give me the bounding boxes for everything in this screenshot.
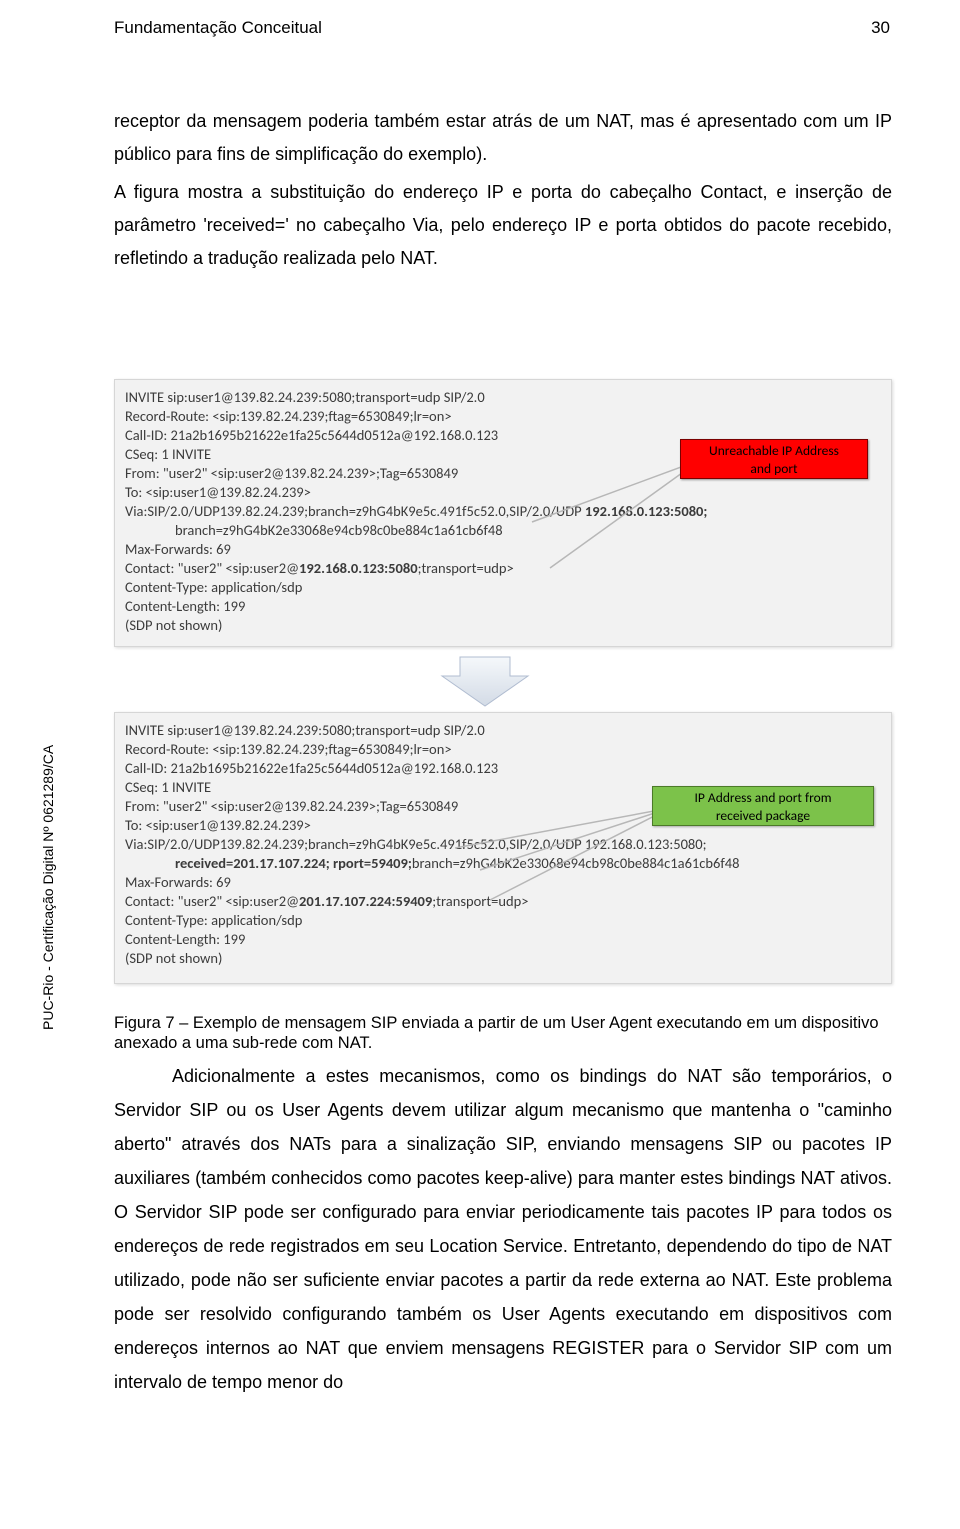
sip-line: Call-ID: 21a2b1695b21622e1fa25c5644d0512… <box>125 759 881 778</box>
callout-line: received package <box>653 807 873 825</box>
callout-pointer-green <box>450 808 680 908</box>
sip-text: Contact: "user2" <sip:user2@ <box>125 892 299 910</box>
sip-line: Record-Route: <sip:139.82.24.239;ftag=65… <box>125 740 881 759</box>
sip-line: Content-Type: application/sdp <box>125 578 881 597</box>
sip-text: ;transport=udp> <box>418 559 514 577</box>
sip-line: Content-Type: application/sdp <box>125 911 881 930</box>
sip-message-box-1: INVITE sip:user1@139.82.24.239:5080;tran… <box>114 379 892 647</box>
sip-bold-received: received=201.17.107.224; rport=59409; <box>175 854 412 872</box>
sip-line: Record-Route: <sip:139.82.24.239;ftag=65… <box>125 407 881 426</box>
paragraph-3-text: Adicionalmente a estes mecanismos, como … <box>114 1066 892 1392</box>
sip-line: INVITE sip:user1@139.82.24.239:5080;tran… <box>125 721 881 740</box>
callout-line: IP Address and port from <box>653 789 873 807</box>
paragraph-2: A figura mostra a substituição do endere… <box>114 176 892 275</box>
sip-line: Content-Length: 199 <box>125 930 881 949</box>
callout-line: Unreachable IP Address <box>681 442 867 460</box>
sip-line: To: <sip:user1@139.82.24.239> <box>125 483 881 502</box>
figure-caption: Figura 7 – Exemplo de mensagem SIP envia… <box>114 1013 892 1053</box>
sip-line: (SDP not shown) <box>125 949 881 968</box>
sip-text: Via:SIP/2.0/UDP139.82.24.239;branch=z9hG… <box>125 502 585 520</box>
arrow-down-icon <box>440 654 530 709</box>
sip-line: branch=z9hG4bK2e33068e94cb98c0be884c1a61… <box>125 521 881 540</box>
certification-label: PUC-Rio - Certificação Digital Nº 062128… <box>40 745 56 1030</box>
callout-line: and port <box>681 460 867 478</box>
running-header: Fundamentação Conceitual <box>114 18 322 38</box>
sip-line: Contact: "user2" <sip:user2@192.168.0.12… <box>125 559 881 578</box>
callout-unreachable: Unreachable IP Address and port <box>680 439 868 479</box>
sip-bold-ip: 192.168.0.123:5080 <box>299 559 418 577</box>
sip-line: Via:SIP/2.0/UDP139.82.24.239;branch=z9hG… <box>125 502 881 521</box>
sip-text: Contact: "user2" <sip:user2@ <box>125 559 299 577</box>
sip-line: INVITE sip:user1@139.82.24.239:5080;tran… <box>125 388 881 407</box>
page-number: 30 <box>871 18 890 38</box>
sip-bold-ip: 201.17.107.224:59409 <box>299 892 432 910</box>
sip-line: (SDP not shown) <box>125 616 881 635</box>
paragraph-1: receptor da mensagem poderia também esta… <box>114 105 892 171</box>
sip-line: Content-Length: 199 <box>125 597 881 616</box>
sip-line: Max-Forwards: 69 <box>125 540 881 559</box>
paragraph-3: Adicionalmente a estes mecanismos, como … <box>114 1059 892 1399</box>
callout-received: IP Address and port from received packag… <box>652 786 874 826</box>
